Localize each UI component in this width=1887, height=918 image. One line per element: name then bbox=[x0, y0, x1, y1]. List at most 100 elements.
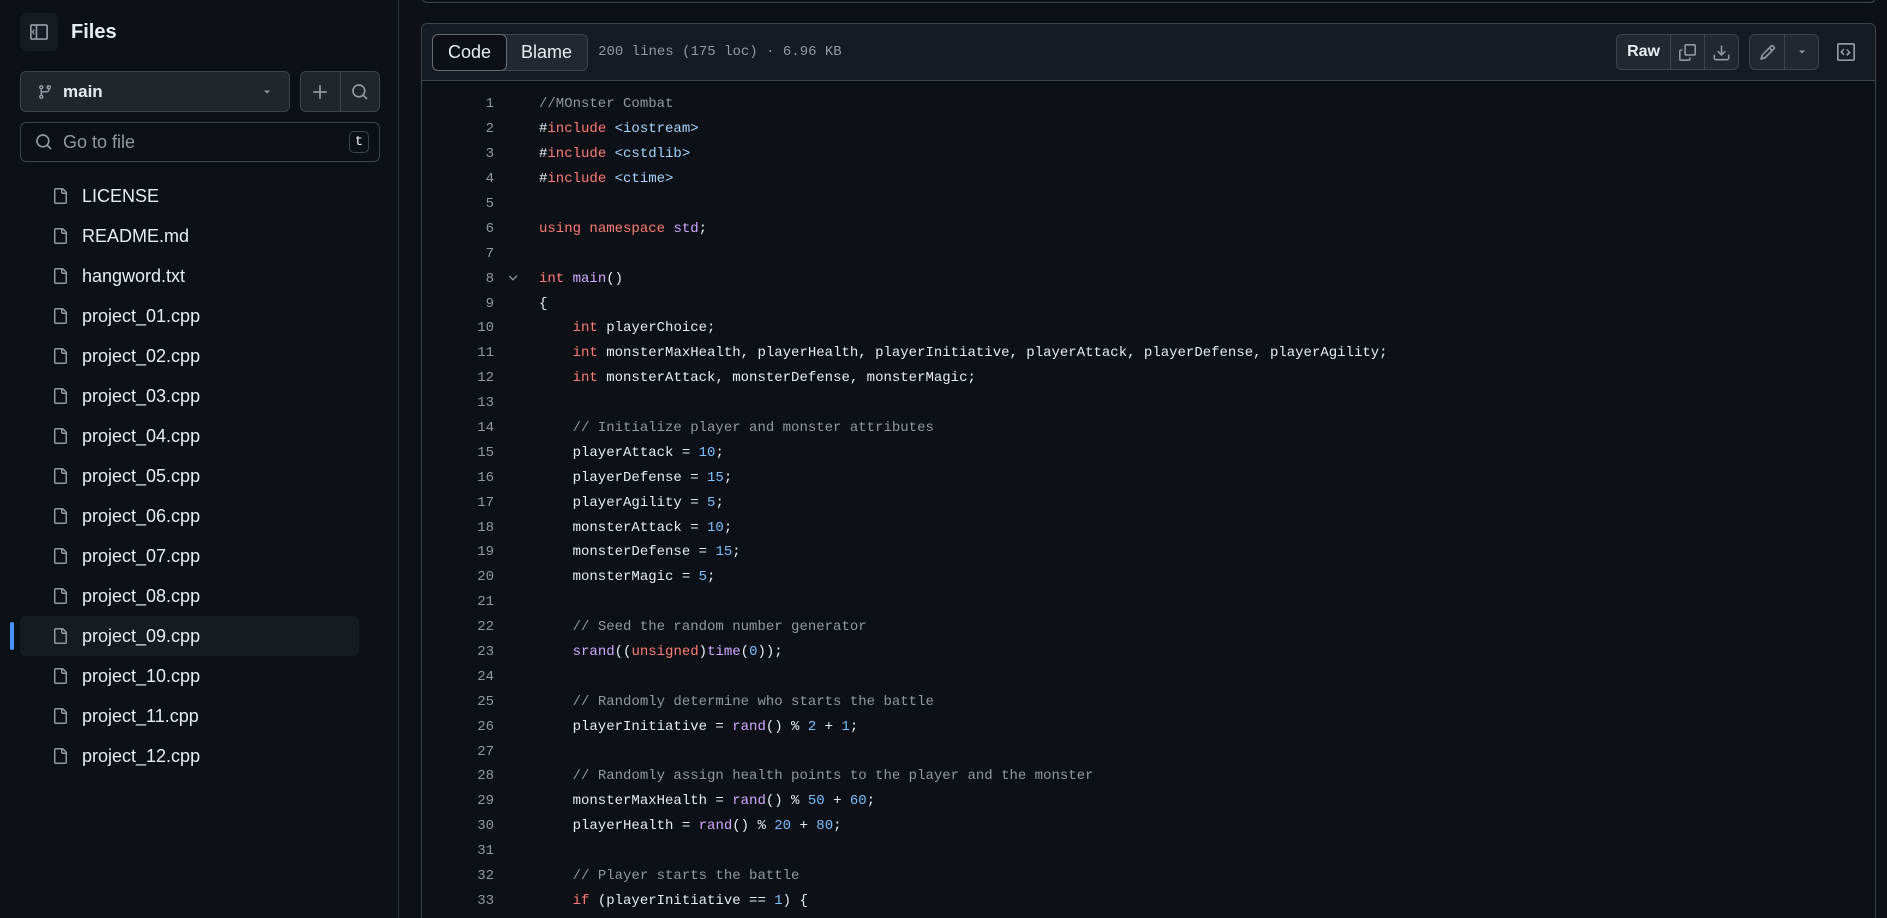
download-raw-button[interactable] bbox=[1704, 35, 1738, 69]
file-tree-item[interactable]: project_04.cpp bbox=[20, 416, 359, 456]
line-number[interactable]: 20 bbox=[422, 569, 494, 585]
code-toolbar-actions: Raw bbox=[1606, 34, 1863, 70]
file-tree-item-label: project_10.cpp bbox=[82, 665, 201, 686]
line-number[interactable]: 14 bbox=[422, 420, 494, 436]
code-content: 1 //MOnster Combat 2 #include <iostream> 3 #i… bbox=[422, 81, 1875, 914]
view-mode-toggle: Code Blame bbox=[432, 33, 589, 71]
sidebar-header: Files bbox=[20, 12, 117, 52]
branch-name: main bbox=[63, 81, 103, 101]
line-number[interactable]: 31 bbox=[422, 843, 494, 859]
file-tree-item[interactable]: project_11.cpp bbox=[20, 696, 359, 736]
line-number[interactable]: 5 bbox=[422, 196, 494, 212]
file-tree-item[interactable]: project_09.cpp bbox=[10, 616, 359, 656]
code-text: monsterMagic = 5; bbox=[539, 569, 716, 586]
code-line: 21 bbox=[422, 590, 1875, 615]
file-tree-item[interactable]: project_10.cpp bbox=[20, 656, 359, 696]
code-text: // Randomly determine who starts the bat… bbox=[572, 693, 934, 710]
code-line: 25 // Randomly determine who starts the … bbox=[422, 689, 1875, 714]
code-square-icon bbox=[1837, 43, 1855, 61]
code-line: 28 // Randomly assign health points to t… bbox=[422, 764, 1875, 789]
line-number[interactable]: 8 bbox=[422, 271, 494, 287]
code-line: 8 int main() bbox=[422, 266, 1875, 291]
code-viewer: Code Blame 200 lines (175 loc) · 6.96 KB… bbox=[421, 23, 1876, 918]
line-number[interactable]: 22 bbox=[422, 619, 494, 635]
sidebar-actions bbox=[300, 71, 380, 112]
git-branch-icon bbox=[39, 84, 51, 99]
file-tree-item[interactable]: project_12.cpp bbox=[20, 736, 359, 776]
raw-button[interactable]: Raw bbox=[1617, 35, 1670, 69]
search-files-button[interactable] bbox=[341, 72, 380, 111]
line-number[interactable]: 13 bbox=[422, 395, 494, 411]
tab-code[interactable]: Code bbox=[432, 33, 508, 71]
file-tree-item[interactable]: project_02.cpp bbox=[20, 336, 359, 376]
file-tree-item-label: README.md bbox=[82, 225, 190, 246]
search-icon bbox=[36, 134, 52, 150]
triangle-down-icon bbox=[1798, 50, 1805, 54]
line-number[interactable]: 27 bbox=[422, 744, 494, 760]
line-number[interactable]: 29 bbox=[422, 793, 494, 809]
line-number[interactable]: 17 bbox=[422, 495, 494, 511]
copy-raw-button[interactable] bbox=[1670, 35, 1704, 69]
file-tree-item[interactable]: project_06.cpp bbox=[20, 496, 359, 536]
file-icon bbox=[52, 227, 68, 245]
file-tree-item-label: LICENSE bbox=[82, 185, 160, 206]
go-to-file-field[interactable]: t bbox=[20, 122, 380, 162]
code-text: #include <cstdlib> bbox=[539, 146, 691, 163]
line-number[interactable]: 4 bbox=[422, 171, 494, 187]
file-tree-item[interactable]: project_05.cpp bbox=[20, 456, 359, 496]
line-number[interactable]: 3 bbox=[422, 146, 494, 162]
main-content: Code Blame 200 lines (175 loc) · 6.96 KB… bbox=[421, 0, 1887, 918]
code-line: 10 int playerChoice; bbox=[422, 316, 1875, 341]
code-line: 33 if (playerInitiative == 1) { bbox=[422, 889, 1875, 914]
symbols-panel-button[interactable] bbox=[1829, 34, 1863, 70]
line-number[interactable]: 6 bbox=[422, 221, 494, 237]
line-number[interactable]: 12 bbox=[422, 370, 494, 386]
add-file-button[interactable] bbox=[301, 72, 341, 111]
branch-selector[interactable]: main bbox=[20, 71, 290, 112]
line-number[interactable]: 26 bbox=[422, 719, 494, 735]
file-tree-item[interactable]: project_01.cpp bbox=[20, 296, 359, 336]
line-number[interactable]: 11 bbox=[422, 345, 494, 361]
file-tree-item[interactable]: project_08.cpp bbox=[20, 576, 359, 616]
line-number[interactable]: 25 bbox=[422, 694, 494, 710]
line-number[interactable]: 23 bbox=[422, 644, 494, 660]
tab-blame[interactable]: Blame bbox=[506, 35, 587, 70]
line-number[interactable]: 18 bbox=[422, 520, 494, 536]
code-line: 29 monsterMaxHealth = rand() % 50 + 60; bbox=[422, 789, 1875, 814]
code-line: 2 #include <iostream> bbox=[422, 117, 1875, 142]
line-number[interactable]: 30 bbox=[422, 818, 494, 834]
code-text: //MOnster Combat bbox=[539, 96, 674, 113]
line-number[interactable]: 10 bbox=[422, 320, 494, 336]
line-number[interactable]: 32 bbox=[422, 868, 494, 884]
keyboard-shortcut-badge: t bbox=[349, 131, 369, 153]
edit-file-button[interactable] bbox=[1750, 35, 1784, 69]
line-number[interactable]: 7 bbox=[422, 246, 494, 262]
sidebar-collapse-icon[interactable] bbox=[20, 13, 58, 51]
line-number[interactable]: 15 bbox=[422, 445, 494, 461]
line-number[interactable]: 21 bbox=[422, 594, 494, 610]
file-tree-item[interactable]: LICENSE bbox=[20, 176, 359, 216]
line-number[interactable]: 19 bbox=[422, 544, 494, 560]
more-edit-options-button[interactable] bbox=[1784, 35, 1818, 69]
code-text: // Player starts the battle bbox=[572, 868, 800, 885]
line-number[interactable]: 28 bbox=[422, 768, 494, 784]
chevron-down-icon[interactable] bbox=[506, 271, 520, 285]
file-tree-item[interactable]: project_07.cpp bbox=[20, 536, 359, 576]
code-text: playerDefense = 15; bbox=[539, 469, 733, 486]
code-line: 22 // Seed the random number generator bbox=[422, 615, 1875, 640]
file-tree-item[interactable]: hangword.txt bbox=[20, 256, 359, 296]
line-number[interactable]: 33 bbox=[422, 893, 494, 909]
file-tree-item[interactable]: project_03.cpp bbox=[20, 376, 359, 416]
go-to-file-input[interactable] bbox=[63, 131, 349, 153]
file-meta: 200 lines (175 loc) · 6.96 KB bbox=[598, 44, 842, 60]
code-line: 15 playerAttack = 10; bbox=[422, 440, 1875, 465]
line-number[interactable]: 24 bbox=[422, 669, 494, 685]
line-number[interactable]: 16 bbox=[422, 470, 494, 486]
code-text: if (playerInitiative == 1) { bbox=[572, 892, 808, 909]
code-line: 31 bbox=[422, 839, 1875, 864]
file-tree-item[interactable]: README.md bbox=[20, 216, 359, 256]
line-number[interactable]: 2 bbox=[422, 121, 494, 137]
line-number[interactable]: 1 bbox=[422, 96, 494, 112]
line-number[interactable]: 9 bbox=[422, 296, 494, 312]
code-text: #include <ctime> bbox=[539, 171, 674, 188]
